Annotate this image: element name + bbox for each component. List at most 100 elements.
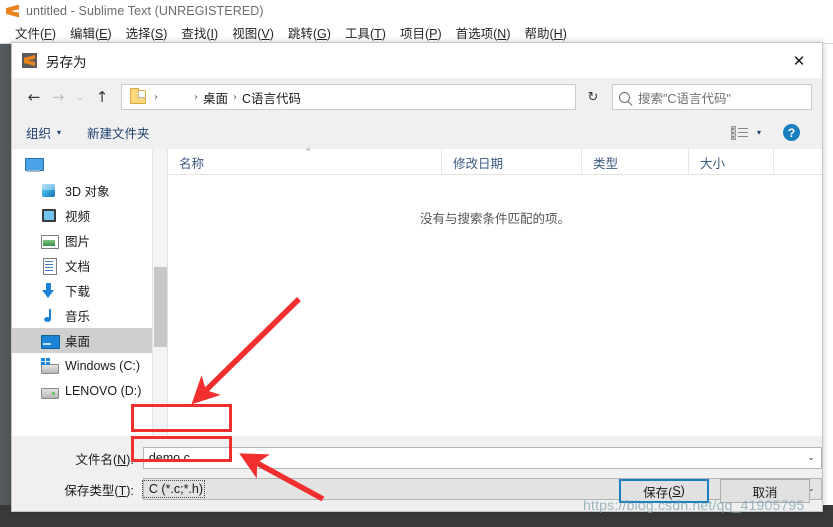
music-icon	[40, 308, 58, 324]
menu-find[interactable]: 查找(I)	[174, 23, 225, 42]
filetype-label: 保存类型(T):	[64, 483, 134, 498]
dialog-content: 3D 对象 视频 图片 文档 下载 音乐 桌面 Windows (C:) LEN…	[12, 148, 822, 436]
menu-file[interactable]: 文件(F)	[8, 23, 63, 42]
windows-drive-icon	[40, 357, 59, 374]
tree-item-label: 音乐	[65, 310, 91, 324]
organize-button[interactable]: 组织 ▾	[26, 123, 61, 142]
breadcrumb-separator: ›	[194, 91, 198, 103]
windows-logo-icon	[41, 357, 50, 366]
tree-scrollbar[interactable]: chevron-up-icon ⌄	[152, 149, 167, 436]
tree-item-label: 图片	[65, 235, 91, 249]
sublime-text-logo-icon	[6, 4, 19, 18]
column-label: 修改日期	[453, 156, 504, 171]
documents-icon	[40, 257, 58, 275]
tree-item-computer[interactable]	[12, 153, 167, 178]
menu-selection[interactable]: 选择(S)	[119, 23, 175, 42]
arrow-right-icon[interactable]: →	[46, 84, 70, 110]
tree-item-label: 文档	[65, 260, 91, 274]
search-icon	[619, 91, 630, 103]
tree-item-documents[interactable]: 文档	[12, 253, 167, 278]
close-icon[interactable]: ✕	[776, 43, 822, 78]
sublime-text-logo-icon	[22, 53, 37, 68]
tree-item-label: 桌面	[65, 335, 91, 349]
column-label: 名称	[179, 156, 205, 171]
tree-item-label: 视频	[65, 210, 91, 224]
folder-icon	[130, 88, 146, 104]
organize-label: 组织	[26, 127, 52, 141]
chevron-down-icon: ▾	[57, 128, 62, 137]
column-label: 类型	[593, 156, 619, 171]
screenshot-root: untitled - Sublime Text (UNREGISTERED) 文…	[0, 0, 833, 527]
tree-item-windows-c[interactable]: Windows (C:)	[12, 353, 167, 378]
dialog-titlebar: 另存为 ✕	[12, 43, 822, 78]
navigation-tree[interactable]: 3D 对象 视频 图片 文档 下载 音乐 桌面 Windows (C:) LEN…	[12, 149, 168, 436]
filename-label: 文件名(N):	[75, 452, 134, 467]
filename-row: 文件名(N): demo.c ⌄	[12, 447, 822, 469]
downloads-icon	[40, 282, 58, 299]
watermark-text: https://blog.csdn.net/qq_41905795	[583, 497, 805, 513]
chevron-down-icon[interactable]: ⌄	[153, 420, 167, 436]
address-bar[interactable]: › › 桌面 › C语言代码	[121, 84, 576, 110]
tree-item-label: LENOVO (D:)	[65, 383, 142, 398]
menu-tools[interactable]: 工具(T)	[338, 23, 393, 42]
chevron-down-icon[interactable]: ▾	[757, 128, 761, 137]
menu-preferences[interactable]: 首选项(N)	[449, 23, 518, 42]
dialog-toolbar: 组织 ▾ 新建文件夹 ▾ ?	[12, 116, 822, 149]
arrow-up-icon[interactable]: ↑	[90, 84, 114, 110]
tree-item-downloads[interactable]: 下载	[12, 278, 167, 303]
menu-view[interactable]: 视图(V)	[225, 23, 281, 42]
filename-input[interactable]: demo.c	[144, 451, 190, 465]
refresh-icon[interactable]: ↻	[580, 84, 606, 110]
tree-item-music[interactable]: 音乐	[12, 303, 167, 328]
tree-item-label: 3D 对象	[65, 185, 110, 199]
drive-icon	[40, 383, 59, 399]
filename-combobox[interactable]: demo.c ⌄	[142, 447, 822, 469]
save-as-dialog: 另存为 ✕ ← → ⌄ ↑ › › 桌面 › C语言代码 ↻ 搜索"C语言代码"	[11, 42, 823, 512]
chevron-up-icon[interactable]: chevron-up-icon	[153, 149, 167, 165]
breadcrumb-separator: ›	[233, 91, 238, 103]
computer-icon	[24, 158, 44, 173]
tree-item-lenovo-d[interactable]: LENOVO (D:)	[12, 378, 167, 403]
column-header-name[interactable]: ⌃ 名称	[168, 148, 442, 175]
scrollbar-thumb[interactable]	[154, 267, 167, 347]
sort-ascending-icon: ⌃	[304, 148, 313, 158]
tree-item-desktop[interactable]: 桌面	[12, 328, 167, 353]
help-icon[interactable]: ?	[783, 124, 800, 141]
3d-objects-icon	[40, 183, 58, 199]
breadcrumb-separator: ›	[154, 91, 158, 103]
search-box[interactable]: 搜索"C语言代码"	[612, 84, 812, 110]
videos-icon	[40, 208, 58, 224]
view-options-icon[interactable]	[730, 125, 748, 140]
menu-goto[interactable]: 跳转(G)	[281, 23, 338, 42]
file-list-pane[interactable]: ⌃ 名称 修改日期 类型 大小 没有与搜索条件匹配的项。	[168, 148, 822, 436]
menu-edit[interactable]: 编辑(E)	[63, 23, 119, 42]
tree-item-label: 下载	[65, 285, 91, 299]
editor-titlebar: untitled - Sublime Text (UNREGISTERED)	[0, 0, 833, 22]
tree-item-3d-objects[interactable]: 3D 对象	[12, 178, 167, 203]
tree-item-videos[interactable]: 视频	[12, 203, 167, 228]
file-list-header: ⌃ 名称 修改日期 类型 大小	[168, 148, 822, 175]
chevron-down-icon[interactable]: ⌄	[801, 448, 821, 468]
column-header-date-modified[interactable]: 修改日期	[442, 149, 582, 175]
navigation-bar: ← → ⌄ ↑ › › 桌面 › C语言代码 ↻ 搜索"C语言代码"	[12, 78, 822, 116]
editor-window-title: untitled - Sublime Text (UNREGISTERED)	[26, 4, 264, 18]
tree-item-pictures[interactable]: 图片	[12, 228, 167, 253]
menu-project[interactable]: 项目(P)	[393, 23, 449, 42]
arrow-left-icon[interactable]: ←	[22, 84, 46, 110]
search-input[interactable]: 搜索"C语言代码"	[638, 88, 731, 107]
filetype-value[interactable]: C (*.c;*.h)	[141, 480, 206, 498]
column-label: 大小	[700, 156, 726, 171]
new-folder-button[interactable]: 新建文件夹	[87, 123, 150, 142]
column-header-type[interactable]: 类型	[582, 149, 689, 175]
breadcrumb-item-desktop[interactable]: 桌面	[203, 88, 228, 107]
chevron-down-icon[interactable]: ⌄	[70, 84, 90, 110]
editor-menubar[interactable]: 文件(F) 编辑(E) 选择(S) 查找(I) 视图(V) 跳转(G) 工具(T…	[0, 22, 833, 43]
breadcrumb-item-current[interactable]: C语言代码	[242, 88, 301, 107]
menu-help[interactable]: 帮助(H)	[518, 23, 574, 42]
column-header-extra[interactable]	[774, 149, 807, 175]
dialog-title: 另存为	[46, 54, 87, 70]
column-header-size[interactable]: 大小	[689, 149, 774, 175]
pictures-icon	[40, 233, 59, 249]
empty-list-message: 没有与搜索条件匹配的项。	[419, 212, 570, 226]
desktop-icon	[40, 333, 60, 349]
